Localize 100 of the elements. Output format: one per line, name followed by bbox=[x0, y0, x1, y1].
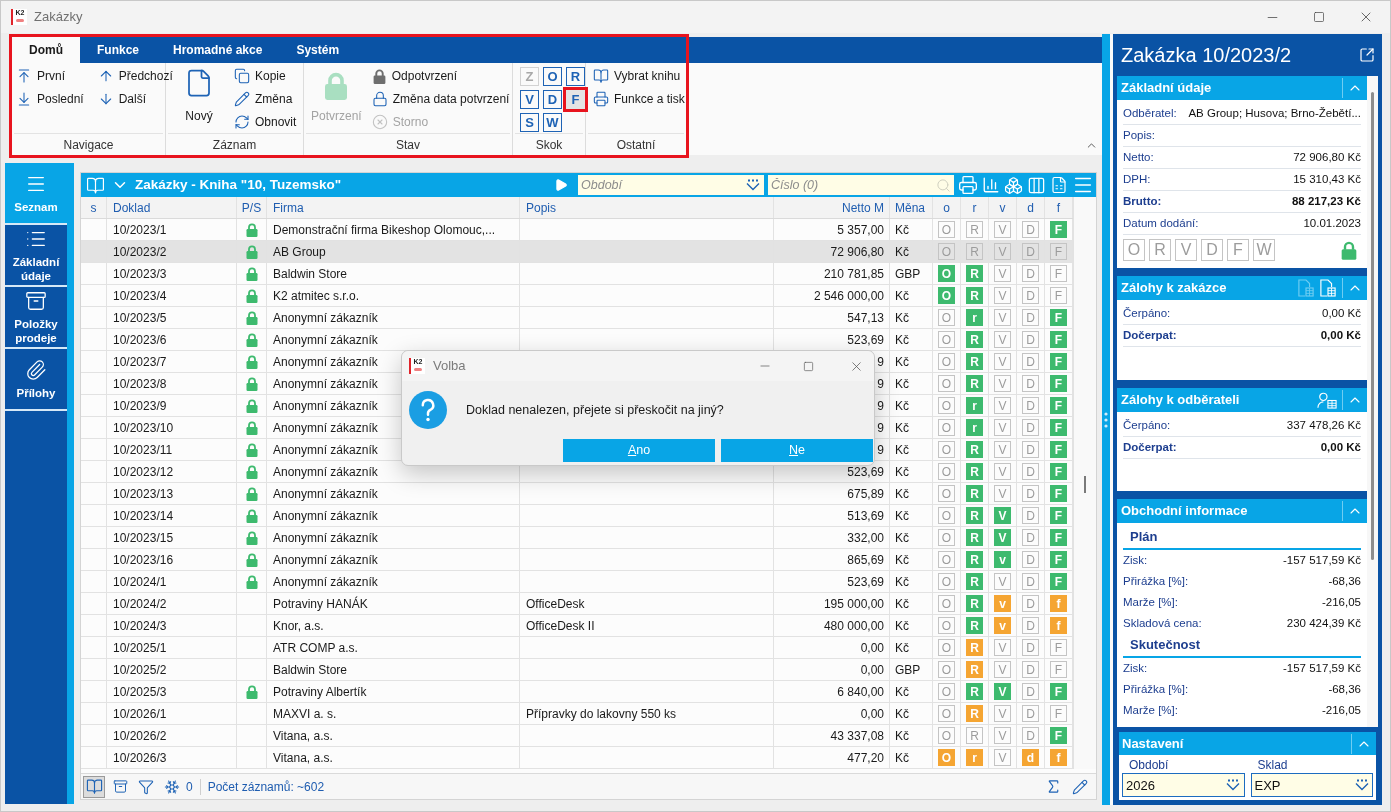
field-value: 10.01.2023 bbox=[1303, 215, 1361, 231]
field-label: Přirážka [%]: bbox=[1123, 573, 1189, 589]
table-cell-text: 480 000,00 bbox=[823, 617, 884, 635]
field-label: Marže [%]: bbox=[1123, 594, 1178, 610]
table-cell-text: Baldwin Store bbox=[273, 265, 348, 283]
table-cell-text: Anonymní zákazník bbox=[273, 375, 378, 393]
status-flag: O bbox=[938, 683, 955, 700]
status-flag: D bbox=[1022, 331, 1039, 348]
table-cell-text: Kč bbox=[895, 683, 909, 701]
status-flag: F bbox=[1050, 463, 1067, 480]
status-flag: F bbox=[1050, 507, 1067, 524]
field-label: Zisk: bbox=[1123, 552, 1148, 568]
status-flag: R bbox=[966, 485, 983, 502]
status-flag: F bbox=[1050, 573, 1067, 590]
table-cell-text: Kč bbox=[895, 529, 909, 547]
status-flag: F bbox=[1050, 639, 1067, 656]
status-flag: V bbox=[994, 529, 1011, 546]
status-flag: D bbox=[1022, 309, 1039, 326]
status-flag: R bbox=[966, 573, 983, 590]
status-flag: F bbox=[1227, 239, 1249, 261]
field-label: DPH: bbox=[1123, 171, 1151, 187]
table-cell-text: 10/2026/1 bbox=[113, 705, 167, 723]
status-flag: D bbox=[1022, 727, 1039, 744]
status-flag: O bbox=[938, 661, 955, 678]
status-flag: D bbox=[1022, 353, 1039, 370]
status-flag: F bbox=[1050, 705, 1067, 722]
status-flag: O bbox=[938, 397, 955, 414]
status-flag: V bbox=[994, 441, 1011, 458]
status-flag: F bbox=[1050, 441, 1067, 458]
status-flag: D bbox=[1022, 529, 1039, 546]
group-label: Ostatní bbox=[616, 136, 656, 154]
table-cell-text: 9 bbox=[877, 397, 884, 415]
field-label: Přirážka [%]: bbox=[1123, 681, 1189, 697]
status-flag: D bbox=[1022, 419, 1039, 436]
table-cell-text: Kč bbox=[895, 287, 909, 305]
status-flag: R bbox=[966, 265, 983, 282]
table-cell-text: Kč bbox=[895, 573, 909, 591]
table-cell-text: 43 337,08 bbox=[830, 727, 884, 745]
status-flag: O bbox=[938, 375, 955, 392]
field-label: Datum dodání: bbox=[1123, 215, 1199, 231]
status-flag: D bbox=[1022, 551, 1039, 568]
table-cell-text: Kč bbox=[895, 463, 909, 481]
table-cell-text: 332,00 bbox=[847, 529, 884, 547]
table-cell-text: AB Group bbox=[273, 243, 326, 261]
table-cell-text: Kč bbox=[895, 243, 909, 261]
table-cell-text: Kč bbox=[895, 485, 909, 503]
status-flag: O bbox=[938, 221, 955, 238]
table-cell-text: 0,00 bbox=[860, 639, 884, 657]
status-flag: v bbox=[994, 551, 1011, 568]
status-flag: V bbox=[994, 397, 1011, 414]
table-cell-text: MAXVI a. s. bbox=[273, 705, 337, 723]
table-cell-text: 10/2023/10 bbox=[113, 419, 174, 437]
status-flag: D bbox=[1022, 265, 1039, 282]
table-cell-text: 10/2023/12 bbox=[113, 463, 174, 481]
status-flag: R bbox=[966, 441, 983, 458]
table-cell-text: Anonymní zákazník bbox=[273, 507, 378, 525]
table-cell-text: 5 357,00 bbox=[837, 221, 884, 239]
status-flag: r bbox=[966, 749, 983, 766]
table-cell-text: 10/2023/6 bbox=[113, 331, 167, 349]
subsection-title: Skutečnost bbox=[1130, 635, 1201, 654]
field-label: Období bbox=[1129, 757, 1169, 774]
status-flag: V bbox=[1175, 239, 1197, 261]
table-cell-text: 10/2025/1 bbox=[113, 639, 167, 657]
field-value: -68,36 bbox=[1328, 573, 1361, 589]
status-flag: V bbox=[994, 353, 1011, 370]
status-flag: D bbox=[1022, 397, 1039, 414]
field-label: Netto: bbox=[1123, 149, 1154, 165]
status-flag: O bbox=[938, 309, 955, 326]
field-label: Popis: bbox=[1123, 127, 1155, 143]
field-value: -216,05 bbox=[1322, 594, 1361, 610]
status-flag: V bbox=[994, 661, 1011, 678]
table-cell-text: GBP bbox=[895, 265, 921, 283]
table-cell-text: Kč bbox=[895, 441, 909, 459]
table-cell-text: 513,69 bbox=[847, 507, 884, 525]
section-title: Nastavení bbox=[1121, 734, 1185, 753]
status-flag: O bbox=[938, 331, 955, 348]
field-value: -68,36 bbox=[1328, 681, 1361, 697]
table-cell-text: Kč bbox=[895, 353, 909, 371]
field-value: 337 478,26 Kč bbox=[1286, 417, 1361, 433]
field-value: -157 517,59 Kč bbox=[1283, 552, 1361, 568]
table-cell-text: 10/2023/5 bbox=[113, 309, 167, 327]
section-title: Zálohy k odběrateli bbox=[1120, 391, 1241, 410]
status-flag: O bbox=[938, 573, 955, 590]
status-flag: F bbox=[1050, 353, 1067, 370]
table-cell-text: Anonymní zákazník bbox=[273, 573, 378, 591]
table-cell-text: 10/2023/14 bbox=[113, 507, 174, 525]
field-value: 0,00 Kč bbox=[1320, 327, 1361, 343]
table-cell-text: 10/2025/2 bbox=[113, 661, 167, 679]
status-flag: f bbox=[1050, 595, 1067, 612]
table-cell-text: Kč bbox=[895, 507, 909, 525]
table-cell-text: Kč bbox=[895, 595, 909, 613]
status-flag: F bbox=[1050, 551, 1067, 568]
field-value: -157 517,59 Kč bbox=[1283, 660, 1361, 676]
status-flag: O bbox=[938, 419, 955, 436]
table-cell-text: 0,00 bbox=[860, 661, 884, 679]
table-cell-text: 10/2023/16 bbox=[113, 551, 174, 569]
status-flag: F bbox=[1050, 485, 1067, 502]
table-cell-text: 547,13 bbox=[847, 309, 884, 327]
table-cell-text: Anonymní zákazník bbox=[273, 331, 378, 349]
status-flag: O bbox=[938, 441, 955, 458]
